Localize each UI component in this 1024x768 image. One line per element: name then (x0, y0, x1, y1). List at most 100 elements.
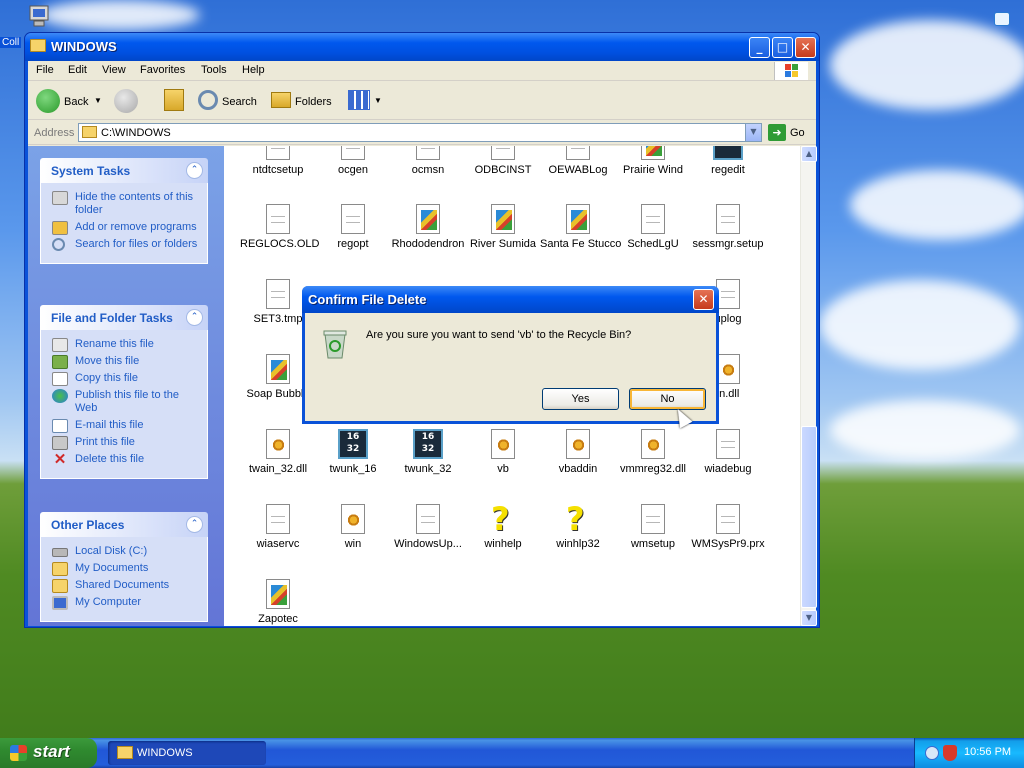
system-tray: 10:56 PM (914, 738, 1024, 768)
menu-view[interactable]: View (102, 64, 126, 76)
file-item[interactable]: twain_32.dll (240, 429, 316, 476)
file-item[interactable]: regedit (690, 146, 766, 177)
file-item[interactable]: regopt (315, 204, 391, 251)
file-label: Santa Fe Stucco (540, 238, 622, 250)
panel-header[interactable]: Other Places ⌃ (40, 512, 208, 537)
place-local-disk[interactable]: Local Disk (C:) (52, 545, 203, 558)
task-copy[interactable]: Copy this file (52, 372, 203, 386)
panel-header[interactable]: System Tasks ⌃ (40, 158, 208, 183)
collapse-chevron-icon[interactable]: ⌃ (186, 162, 203, 179)
file-item[interactable]: WindowsUp... (390, 504, 466, 551)
task-move[interactable]: Move this file (52, 355, 203, 369)
menu-bar: File Edit View Favorites Tools Help (28, 61, 816, 81)
address-dropdown-icon[interactable]: ▼ (745, 124, 761, 141)
go-button-label[interactable]: Go (790, 127, 805, 139)
forward-arrow-icon[interactable] (114, 89, 138, 113)
folders-button-label[interactable]: Folders (295, 96, 332, 108)
address-bar: Address C:\WINDOWS ▼ ➜ Go (28, 121, 816, 145)
file-item[interactable]: vmmreg32.dll (615, 429, 691, 476)
address-input[interactable]: C:\WINDOWS ▼ (78, 123, 762, 142)
file-item[interactable]: Zapotec (240, 579, 316, 626)
file-item[interactable]: winhlp32 (540, 500, 616, 551)
file-item[interactable]: vb (465, 429, 541, 476)
back-button-label[interactable]: Back (64, 96, 88, 108)
close-button[interactable]: ✕ (795, 37, 816, 58)
desktop-icon[interactable] (28, 4, 50, 28)
scroll-down-icon[interactable]: ▼ (801, 610, 817, 626)
folders-icon[interactable] (271, 92, 291, 108)
place-my-documents[interactable]: My Documents (52, 562, 203, 576)
start-button[interactable]: start (0, 738, 97, 768)
scroll-up-icon[interactable]: ▲ (801, 146, 817, 162)
menu-help[interactable]: Help (242, 64, 265, 76)
document-icon (416, 504, 440, 534)
dialog-close-button[interactable]: ✕ (693, 289, 714, 310)
task-print[interactable]: Print this file (52, 436, 203, 450)
file-item[interactable]: River Sumida (465, 204, 541, 251)
place-my-computer[interactable]: My Computer (52, 596, 203, 610)
go-arrow-icon[interactable]: ➜ (768, 124, 786, 141)
no-button[interactable]: No (629, 388, 706, 410)
file-item[interactable]: ODBCINST (465, 146, 541, 177)
taskbar-window-button[interactable]: WINDOWS (108, 741, 266, 765)
place-shared-documents[interactable]: Shared Documents (52, 579, 203, 593)
file-item[interactable]: Santa Fe Stucco (540, 204, 622, 251)
task-search-files[interactable]: Search for files or folders (52, 238, 203, 251)
task-add-remove-programs[interactable]: Add or remove programs (52, 221, 203, 235)
menu-file[interactable]: File (36, 64, 54, 76)
file-item[interactable]: REGLOCS.OLD (240, 204, 319, 251)
title-bar[interactable]: WINDOWS _ □ ✕ (25, 33, 819, 61)
scroll-thumb[interactable] (801, 426, 817, 608)
task-email[interactable]: E-mail this file (52, 419, 203, 433)
file-item[interactable]: SchedLgU (615, 204, 691, 251)
task-publish-web[interactable]: Publish this file to the Web (52, 389, 203, 415)
file-view-scrollbar[interactable]: ▲ ▼ (800, 146, 817, 626)
file-item[interactable]: 16 32 twunk_32 (390, 429, 466, 476)
menu-edit[interactable]: Edit (68, 64, 87, 76)
file-item[interactable]: win (315, 504, 391, 551)
notification-balloon-icon[interactable] (994, 12, 1010, 26)
search-icon[interactable] (198, 90, 218, 110)
file-item[interactable]: ntdtcsetup (240, 146, 316, 177)
document-icon (416, 146, 440, 160)
back-dropdown-icon[interactable]: ▼ (94, 96, 102, 105)
minimize-button[interactable]: _ (749, 37, 770, 58)
collapse-chevron-icon[interactable]: ⌃ (186, 516, 203, 533)
move-icon (52, 355, 68, 369)
file-item[interactable]: ocmsn (390, 146, 466, 177)
back-arrow-icon[interactable] (36, 89, 60, 113)
file-item[interactable]: sessmgr.setup (690, 204, 766, 251)
dialog-title-bar[interactable]: Confirm File Delete ✕ (302, 286, 719, 313)
application-icon: 16 32 (413, 429, 443, 459)
collapse-chevron-icon[interactable]: ⌃ (186, 309, 203, 326)
file-item[interactable]: wmsetup (615, 504, 691, 551)
menu-favorites[interactable]: Favorites (140, 64, 185, 76)
network-icon[interactable] (925, 746, 939, 760)
maximize-button[interactable]: □ (772, 37, 793, 58)
views-dropdown-icon[interactable]: ▼ (374, 96, 382, 105)
file-item[interactable]: Prairie Wind (615, 146, 691, 177)
file-item[interactable]: OEWABLog (540, 146, 616, 177)
search-button-label[interactable]: Search (222, 96, 257, 108)
task-delete[interactable]: ✕ Delete this file (52, 452, 203, 467)
menu-tools[interactable]: Tools (201, 64, 227, 76)
file-item[interactable]: WMSysPr9.prx (690, 504, 766, 551)
file-item[interactable]: vbaddin (540, 429, 616, 476)
file-item[interactable]: 16 32 twunk_16 (315, 429, 391, 476)
security-shield-icon[interactable] (943, 745, 957, 761)
task-rename[interactable]: Rename this file (52, 338, 203, 352)
file-item[interactable]: winhelp (465, 500, 541, 551)
file-label: ntdtcsetup (252, 164, 304, 176)
up-folder-icon[interactable] (164, 89, 184, 111)
application-icon (713, 146, 743, 160)
cloud (850, 170, 1024, 240)
file-item[interactable]: wiadebug (690, 429, 766, 476)
yes-button[interactable]: Yes (542, 388, 619, 410)
file-item[interactable]: ocgen (315, 146, 391, 177)
task-hide-contents[interactable]: Hide the contents of this folder (52, 191, 203, 217)
file-label: OEWABLog (548, 164, 608, 176)
file-item[interactable]: Rhododendron (390, 204, 466, 251)
file-item[interactable]: wiaservc (240, 504, 316, 551)
views-icon[interactable] (348, 90, 370, 110)
panel-header[interactable]: File and Folder Tasks ⌃ (40, 305, 208, 330)
